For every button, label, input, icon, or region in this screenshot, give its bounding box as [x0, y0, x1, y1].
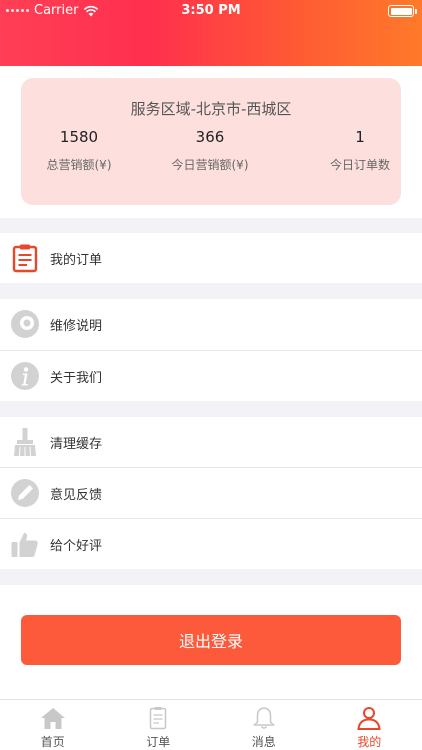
section-gap — [0, 218, 422, 233]
clipboard-icon — [10, 243, 40, 273]
broom-icon — [10, 427, 40, 457]
service-region: 服务区域-北京市-西城区 — [130, 100, 292, 118]
header-gradient: Carrier 3:50 PM — [0, 0, 422, 66]
tab-home[interactable]: 首页 — [0, 700, 106, 750]
status-time: 3:50 PM — [181, 3, 241, 18]
status-bar: Carrier 3:50 PM — [0, 0, 422, 22]
menu-label: 关于我们 — [50, 370, 103, 386]
tab-orders[interactable]: 订单 — [106, 700, 212, 750]
tab-mine[interactable]: 我的 — [317, 700, 422, 750]
menu-label: 我的订单 — [50, 252, 103, 268]
menu-feedback[interactable]: 意见反馈 — [0, 468, 422, 518]
stat-label: 今日订单数 — [329, 158, 390, 172]
tab-messages[interactable]: 消息 — [211, 700, 317, 750]
stat-total-sales: 1580 总营销额(¥) — [19, 128, 139, 173]
stat-today-orders: 1 今日订单数 — [300, 128, 420, 173]
tab-bar: 首页 订单 消息 我的 — [0, 699, 422, 750]
menu-about-us[interactable]: 关于我们 — [0, 351, 422, 401]
section-gap — [0, 401, 422, 417]
menu-rate[interactable]: 给个好评 — [0, 519, 422, 569]
stat-value: 366 — [195, 128, 225, 146]
user-icon — [357, 707, 381, 730]
info-icon — [10, 361, 40, 391]
stat-today-sales: 366 今日营销额(¥) — [150, 128, 270, 173]
menu-label: 给个好评 — [50, 538, 103, 554]
menu-clear-cache[interactable]: 清理缓存 — [0, 417, 422, 467]
stat-label: 今日营销额(¥) — [171, 158, 249, 172]
section-gap — [0, 569, 422, 585]
menu-my-orders[interactable]: 我的订单 — [0, 233, 422, 283]
order-list-icon — [150, 707, 167, 730]
menu-label: 意见反馈 — [50, 487, 103, 503]
home-icon — [40, 708, 65, 729]
stat-value: 1 — [355, 128, 365, 146]
menu-label: 维修说明 — [50, 318, 103, 334]
stat-value: 1580 — [59, 128, 99, 146]
menu-repair-info[interactable]: 维修说明 — [0, 299, 422, 349]
bell-icon — [252, 707, 276, 729]
stat-label: 总营销额(¥) — [46, 158, 112, 172]
thumbs-up-icon — [10, 529, 40, 559]
tab-label: 首页 — [40, 735, 65, 749]
tab-label: 订单 — [146, 735, 171, 749]
section-gap — [0, 283, 422, 299]
repair-info-icon — [10, 309, 40, 339]
logout-button[interactable]: 退出登录 — [21, 615, 401, 665]
battery-icon — [388, 5, 417, 17]
tab-label: 消息 — [251, 735, 276, 749]
tab-label: 我的 — [357, 735, 382, 749]
stats-card: 服务区域-北京市-西城区 1580 总营销额(¥) 366 今日营销额(¥) 1… — [21, 78, 401, 205]
menu-label: 清理缓存 — [50, 436, 103, 452]
pencil-icon — [10, 478, 40, 508]
